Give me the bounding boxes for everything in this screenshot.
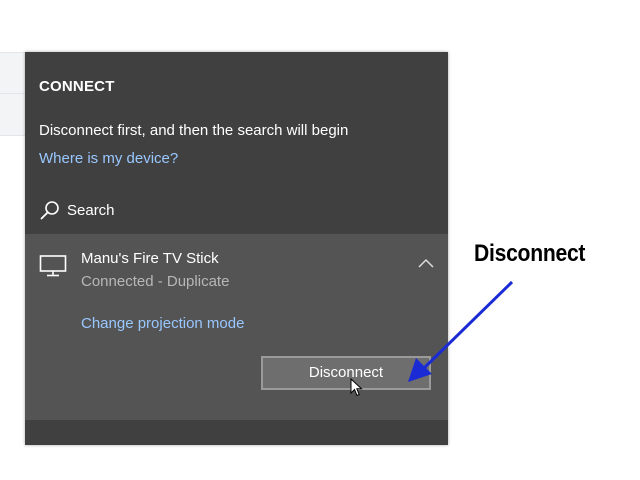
device-name: Manu's Fire TV Stick	[81, 250, 219, 267]
device-status: Connected - Duplicate	[81, 273, 230, 290]
change-projection-mode-link[interactable]: Change projection mode	[81, 315, 244, 332]
disconnect-message: Disconnect first, and then the search wi…	[39, 122, 349, 139]
connect-panel: CONNECT Disconnect first, and then the s…	[25, 52, 448, 445]
search-button[interactable]: Search	[39, 199, 115, 221]
search-label: Search	[67, 201, 115, 219]
annotation-arrow-icon	[408, 280, 514, 382]
screenshot-stage: CONNECT Disconnect first, and then the s…	[0, 0, 640, 480]
chevron-up-icon[interactable]	[417, 256, 435, 270]
device-card[interactable]: Manu's Fire TV Stick Connected - Duplica…	[25, 234, 448, 420]
monitor-icon	[39, 255, 67, 277]
annotation-label: Disconnect	[474, 240, 586, 267]
mouse-cursor-icon	[350, 378, 363, 397]
panel-title: CONNECT	[39, 78, 115, 95]
where-is-my-device-link[interactable]: Where is my device?	[39, 150, 178, 167]
search-icon	[40, 201, 59, 220]
